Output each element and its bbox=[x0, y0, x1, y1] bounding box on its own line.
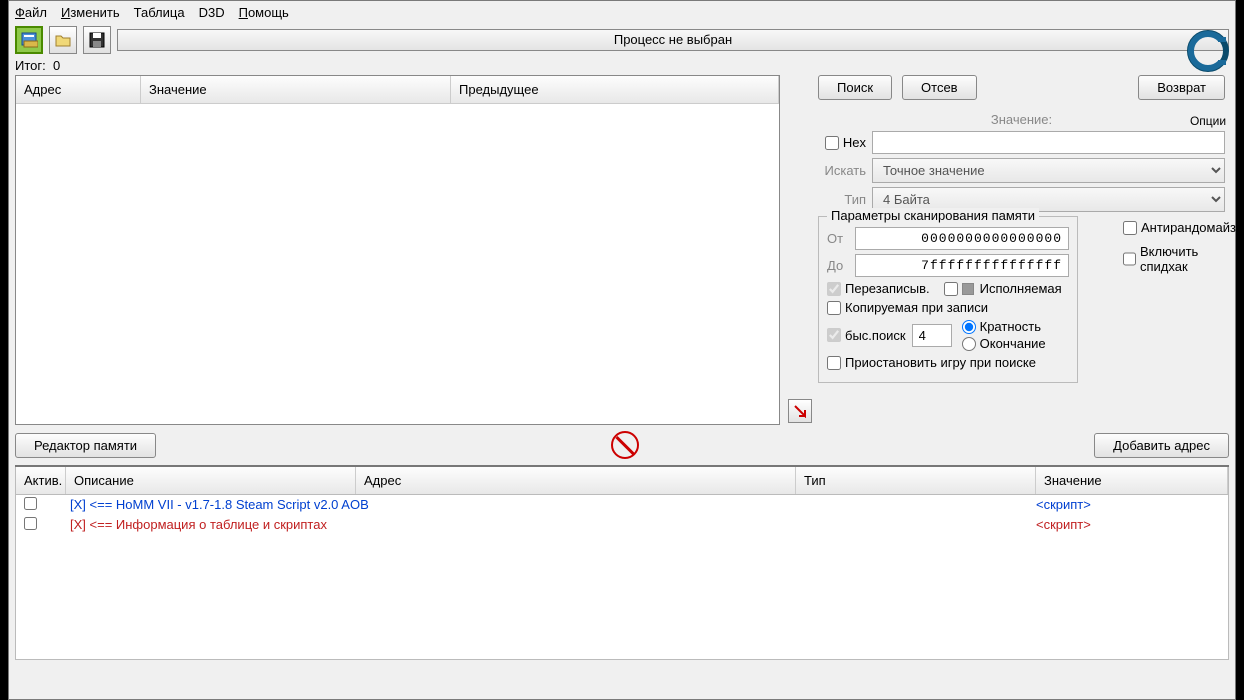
alignment-radio[interactable] bbox=[962, 320, 976, 334]
executable-checkbox[interactable] bbox=[944, 282, 958, 296]
col-value[interactable]: Значение bbox=[141, 76, 451, 103]
app-window: Файл Изменить Таблица D3D Помощь Процесс… bbox=[8, 0, 1236, 700]
col-address[interactable]: Адрес bbox=[16, 76, 141, 103]
copyonwrite-checkbox[interactable] bbox=[827, 301, 841, 315]
memory-view-button[interactable]: Редактор памяти bbox=[15, 433, 156, 458]
range-stop-input[interactable] bbox=[855, 254, 1069, 277]
undo-scan-button[interactable]: Возврат bbox=[1138, 75, 1225, 100]
row-active-checkbox[interactable] bbox=[24, 497, 37, 510]
ct-col-type[interactable]: Тип bbox=[796, 467, 1036, 494]
pause-game-checkbox[interactable] bbox=[827, 356, 841, 370]
process-select-button[interactable] bbox=[15, 26, 43, 54]
writable-checkbox[interactable] bbox=[827, 282, 841, 296]
open-button[interactable] bbox=[49, 26, 77, 54]
range-start-input[interactable] bbox=[855, 227, 1069, 250]
value-input[interactable] bbox=[872, 131, 1225, 154]
cheat-table: Актив. Описание Адрес Тип Значение [X] <… bbox=[15, 465, 1229, 660]
speedhack-checkbox[interactable] bbox=[1123, 252, 1136, 266]
menu-edit[interactable]: Изменить bbox=[61, 5, 120, 20]
row-value[interactable]: <скрипт> bbox=[1036, 497, 1228, 513]
table-row[interactable]: [X] <== Информация о таблице и скриптах … bbox=[16, 515, 1228, 535]
ct-col-addr[interactable]: Адрес bbox=[356, 467, 796, 494]
add-to-list-button[interactable] bbox=[788, 399, 812, 423]
result-count: Итог: 0 bbox=[9, 56, 1235, 75]
fastscan-checkbox[interactable] bbox=[827, 328, 841, 342]
menu-help[interactable]: Помощь bbox=[239, 5, 289, 20]
row-desc[interactable]: [X] <== HoMM VII - v1.7-1.8 Steam Script… bbox=[66, 497, 796, 513]
fastscan-input[interactable] bbox=[912, 324, 952, 347]
scantype-label: Искать bbox=[818, 163, 866, 178]
save-button[interactable] bbox=[83, 26, 111, 54]
legend-label: Параметры сканирования памяти bbox=[827, 208, 1039, 223]
process-label: Процесс не выбран bbox=[118, 32, 1228, 47]
ct-col-desc[interactable]: Описание bbox=[66, 467, 356, 494]
hex-checkbox[interactable] bbox=[825, 136, 839, 150]
menu-file[interactable]: Файл bbox=[15, 5, 47, 20]
memory-scan-options: Параметры сканирования памяти От До Пере… bbox=[818, 216, 1078, 383]
row-value[interactable]: <скрипт> bbox=[1036, 517, 1228, 533]
cheat-table-header: Актив. Описание Адрес Тип Значение bbox=[15, 467, 1229, 495]
add-address-button[interactable]: Добавить адрес bbox=[1094, 433, 1229, 458]
antirandomizer-checkbox[interactable] bbox=[1123, 221, 1137, 235]
results-list[interactable]: Адрес Значение Предыдущее bbox=[15, 75, 780, 425]
lastdigits-radio[interactable] bbox=[962, 337, 976, 351]
col-previous[interactable]: Предыдущее bbox=[451, 76, 779, 103]
menu-table[interactable]: Таблица bbox=[134, 5, 185, 20]
ct-col-value[interactable]: Значение bbox=[1036, 467, 1228, 494]
menu-d3d[interactable]: D3D bbox=[199, 5, 225, 20]
row-active-checkbox[interactable] bbox=[24, 517, 37, 530]
no-entry-icon[interactable] bbox=[611, 431, 639, 459]
cheatengine-logo-icon bbox=[1186, 29, 1230, 73]
scan-type-select[interactable]: Точное значение bbox=[872, 158, 1225, 183]
first-scan-button[interactable]: Поиск bbox=[818, 75, 892, 100]
process-bar: Процесс не выбран bbox=[117, 29, 1229, 51]
scan-panel: Поиск Отсев Возврат Значение: Hex Искать… bbox=[788, 75, 1229, 425]
next-scan-button[interactable]: Отсев bbox=[902, 75, 977, 100]
table-row[interactable]: [X] <== HoMM VII - v1.7-1.8 Steam Script… bbox=[16, 495, 1228, 515]
ct-col-active[interactable]: Актив. bbox=[16, 467, 66, 494]
menubar: Файл Изменить Таблица D3D Помощь bbox=[9, 1, 1235, 24]
toolbar: Процесс не выбран bbox=[9, 24, 1235, 56]
valuetype-label: Тип bbox=[818, 192, 866, 207]
results-header: Адрес Значение Предыдущее bbox=[16, 76, 779, 104]
row-desc[interactable]: [X] <== Информация о таблице и скриптах bbox=[66, 517, 796, 533]
cheat-table-body[interactable]: [X] <== HoMM VII - v1.7-1.8 Steam Script… bbox=[15, 495, 1229, 660]
value-label: Значение: bbox=[991, 112, 1052, 127]
